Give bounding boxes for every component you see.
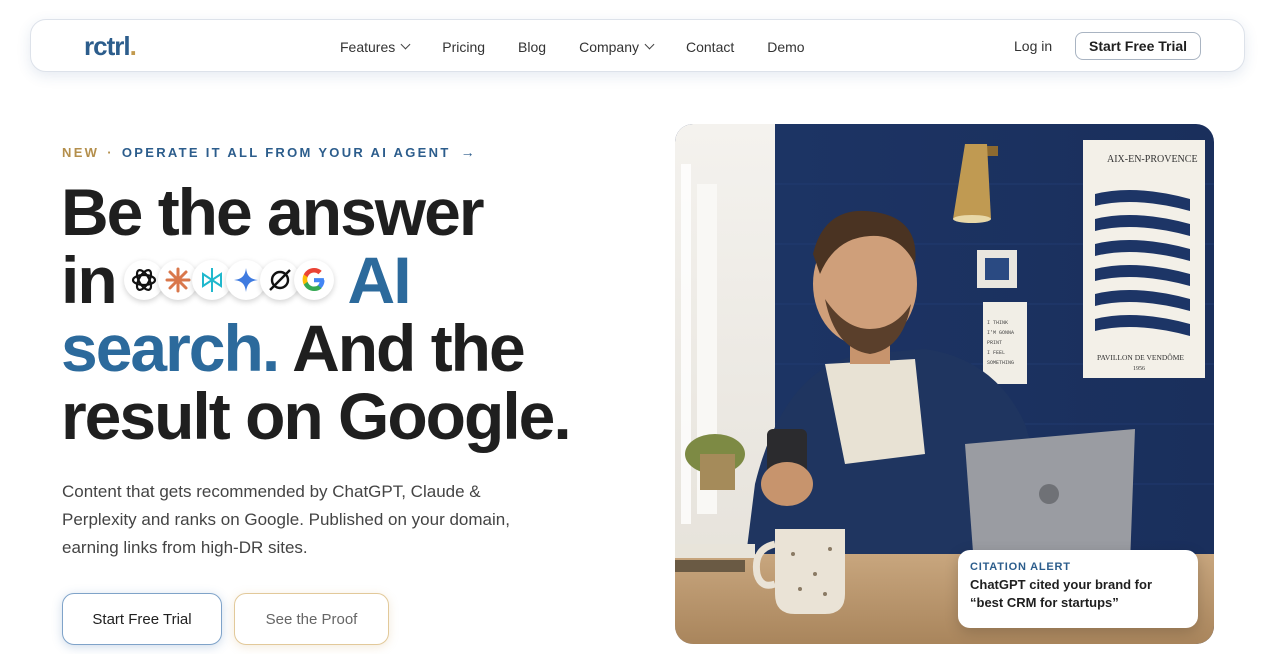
citation-alert-card: CITATION ALERT ChatGPT cited your brand … — [958, 550, 1198, 628]
hero-headline: Be the answer in AI search. And the resu… — [61, 175, 572, 453]
poster-title: AIX-EN-PROVENCE — [1107, 154, 1198, 165]
nav-link-label: Company — [579, 38, 639, 55]
nav-link-pricing[interactable]: Pricing — [442, 39, 485, 55]
see-proof-button[interactable]: See the Proof — [234, 593, 389, 645]
eyebrow-separator: · — [107, 144, 114, 160]
hero-subtext: Content that gets recommended by ChatGPT… — [62, 482, 510, 557]
logo-text: rctrl — [84, 31, 131, 61]
nav-link-label: Blog — [518, 38, 547, 55]
ai-logos-row — [123, 259, 334, 300]
google-icon — [293, 259, 334, 300]
nav-start-trial-button[interactable]: Start Free Trial — [1075, 32, 1202, 60]
nav-link-features[interactable]: Features — [340, 38, 411, 55]
nav-link-label: Contact — [686, 38, 735, 55]
headline-line-1: Be the answer — [61, 175, 484, 249]
headline-and: And the — [292, 311, 526, 385]
nav-link-blog[interactable]: Blog — [518, 39, 546, 55]
nav-link-label: Pricing — [442, 38, 486, 55]
nav-link-company[interactable]: Company — [579, 38, 655, 55]
poster-footer: PAVILLON DE VENDÔME — [1097, 352, 1184, 362]
arrow-right-icon: → — [460, 144, 475, 160]
headline-ai: AI — [347, 243, 412, 317]
announcement-text: OPERATE IT ALL FROM YOUR AI AGENT — [121, 144, 451, 160]
headline-in: in — [61, 243, 118, 317]
citation-alert-label: CITATION ALERT — [970, 561, 1071, 573]
logo-dot: . — [129, 31, 137, 61]
nav-link-label: Features — [340, 38, 396, 55]
citation-alert-text: ChatGPT cited your brand for “best CRM f… — [970, 577, 1153, 610]
new-badge: NEW — [62, 144, 100, 160]
nav-link-demo[interactable]: Demo — [767, 39, 804, 55]
headline-search: search. — [61, 311, 280, 385]
brand-logo[interactable]: rctrl. — [84, 31, 137, 62]
chevron-down-icon — [400, 39, 411, 50]
top-navbar: rctrl. Features Pricing Blog Company Con… — [30, 19, 1245, 72]
nav-link-contact[interactable]: Contact — [686, 39, 734, 55]
headline-line-4: result on Google. — [61, 379, 572, 453]
announcement-link[interactable]: NEW · OPERATE IT ALL FROM YOUR AI AGENT … — [62, 144, 475, 160]
chevron-down-icon — [644, 39, 655, 50]
nav-link-label: Demo — [767, 38, 805, 55]
login-link[interactable]: Log in — [1014, 38, 1052, 54]
nav-links: Features Pricing Blog Company Contact De… — [340, 20, 838, 73]
start-free-trial-button[interactable]: Start Free Trial — [62, 593, 222, 645]
poster-year: 1956 — [1133, 366, 1145, 372]
